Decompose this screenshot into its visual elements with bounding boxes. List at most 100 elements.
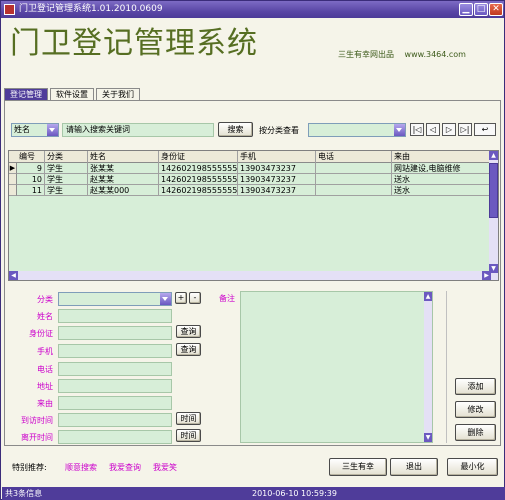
- minimize-app-button[interactable]: 最小化: [447, 458, 498, 476]
- last-record-button[interactable]: ▷|: [458, 123, 472, 136]
- add-category-button[interactable]: +: [175, 292, 187, 304]
- credit-text: 三生有幸网出品: [338, 50, 394, 59]
- add-button[interactable]: 添加: [455, 378, 496, 395]
- visit-time-button[interactable]: 时间: [176, 412, 201, 425]
- cell-mobile[interactable]: 13903473237: [238, 174, 316, 185]
- cell-phone[interactable]: [316, 174, 392, 185]
- label-reason: 来由: [37, 399, 53, 408]
- category-filter-select[interactable]: [308, 123, 406, 137]
- cell-phone[interactable]: [316, 185, 392, 196]
- link-search[interactable]: 顺意搜索: [65, 462, 97, 473]
- cell-category[interactable]: 学生: [45, 174, 88, 185]
- label-memo: 备注: [219, 294, 235, 303]
- label-category: 分类: [37, 295, 53, 304]
- column-header[interactable]: 来由: [392, 151, 491, 163]
- sansheng-button[interactable]: 三生有幸: [329, 458, 387, 476]
- cell-id[interactable]: 11: [17, 185, 45, 196]
- row-indicator: [9, 174, 17, 185]
- column-header[interactable]: 编号: [17, 151, 45, 163]
- link-jokes[interactable]: 我爱笑: [153, 462, 177, 473]
- table-row[interactable]: 10 学生 赵某某 142602198555555 13903473237 送水: [9, 174, 491, 185]
- cell-name[interactable]: 张某某: [88, 163, 159, 174]
- column-header[interactable]: 姓名: [88, 151, 159, 163]
- search-input[interactable]: 请输入搜索关键词: [62, 123, 214, 137]
- cell-reason[interactable]: 网站建设,电脑维修: [392, 163, 491, 174]
- cell-id[interactable]: 10: [17, 174, 45, 185]
- link-query[interactable]: 我爱查询: [109, 462, 141, 473]
- first-record-button[interactable]: |◁: [410, 123, 424, 136]
- remove-category-button[interactable]: -: [189, 292, 201, 304]
- cell-phone[interactable]: [316, 163, 392, 174]
- leave-time-field[interactable]: [58, 430, 172, 444]
- dropdown-arrow-icon[interactable]: [47, 124, 58, 136]
- cell-name[interactable]: 赵某某000: [88, 185, 159, 196]
- exit-button[interactable]: 退出: [390, 458, 438, 476]
- divider: [446, 291, 447, 443]
- edit-button[interactable]: 修改: [455, 401, 496, 418]
- minimize-button[interactable]: ▁: [459, 3, 473, 16]
- refresh-button[interactable]: ↩: [474, 123, 496, 136]
- column-header[interactable]: 分类: [45, 151, 88, 163]
- next-record-button[interactable]: ▷: [442, 123, 456, 136]
- label-address: 地址: [37, 382, 53, 391]
- records-grid[interactable]: 编号 分类 姓名 身份证 手机 电话 来由 ▶ 9 学生 张某某 1426021…: [8, 150, 499, 281]
- reason-field[interactable]: [58, 396, 172, 410]
- credit-url[interactable]: www.3464.com: [405, 50, 466, 59]
- scroll-right-icon[interactable]: ▶: [482, 271, 491, 280]
- cell-idcard[interactable]: 142602198555555: [159, 185, 238, 196]
- leave-time-button[interactable]: 时间: [176, 429, 201, 442]
- scroll-left-icon[interactable]: ◀: [9, 271, 18, 280]
- prev-record-button[interactable]: ◁: [426, 123, 440, 136]
- maximize-button[interactable]: □: [474, 3, 488, 16]
- label-visit-time: 到访时间: [21, 416, 53, 425]
- cell-idcard[interactable]: 142602198555555: [159, 174, 238, 185]
- cell-category[interactable]: 学生: [45, 163, 88, 174]
- banner-credit: 三生有幸网出品 www.3464.com: [338, 49, 466, 60]
- scroll-down-icon[interactable]: ▼: [424, 433, 432, 442]
- label-mobile: 手机: [37, 347, 53, 356]
- scroll-thumb[interactable]: [489, 163, 498, 218]
- dropdown-arrow-icon[interactable]: [394, 124, 405, 136]
- category-select[interactable]: [58, 292, 172, 306]
- memo-textarea[interactable]: ▲ ▼: [240, 291, 433, 443]
- search-field-select[interactable]: 姓名: [11, 123, 59, 137]
- idcard-lookup-button[interactable]: 查询: [176, 325, 201, 338]
- record-count: 共3条信息: [5, 489, 43, 498]
- cell-category[interactable]: 学生: [45, 185, 88, 196]
- phone-field[interactable]: [58, 362, 172, 376]
- grid-vertical-scrollbar[interactable]: ▲ ▼: [489, 151, 498, 280]
- column-header[interactable]: 电话: [316, 151, 392, 163]
- grid-header: 编号 分类 姓名 身份证 手机 电话 来由: [9, 151, 491, 163]
- column-header[interactable]: 手机: [238, 151, 316, 163]
- cell-mobile[interactable]: 13903473237: [238, 185, 316, 196]
- row-indicator: [9, 185, 17, 196]
- mobile-field[interactable]: [58, 344, 172, 358]
- cell-id[interactable]: 9: [17, 163, 45, 174]
- label-idcard: 身份证: [29, 329, 53, 338]
- memo-scrollbar[interactable]: ▲ ▼: [424, 292, 432, 442]
- delete-button[interactable]: 删除: [455, 424, 496, 441]
- address-field[interactable]: [58, 379, 172, 393]
- cell-reason[interactable]: 送水: [392, 174, 491, 185]
- idcard-field[interactable]: [58, 326, 172, 340]
- cell-name[interactable]: 赵某某: [88, 174, 159, 185]
- visit-time-field[interactable]: [58, 413, 172, 427]
- banner-title: 门卫登记管理系统: [10, 26, 258, 61]
- close-button[interactable]: ✕: [489, 3, 503, 16]
- search-button[interactable]: 搜索: [218, 122, 253, 137]
- mobile-lookup-button[interactable]: 查询: [176, 343, 201, 356]
- dropdown-arrow-icon[interactable]: [160, 293, 171, 305]
- table-row[interactable]: 11 学生 赵某某000 142602198555555 13903473237…: [9, 185, 491, 196]
- scroll-up-icon[interactable]: ▲: [489, 151, 498, 160]
- cell-mobile[interactable]: 13903473237: [238, 163, 316, 174]
- label-name: 姓名: [37, 312, 53, 321]
- table-row[interactable]: ▶ 9 学生 张某某 142602198555555 13903473237 网…: [9, 163, 491, 174]
- scroll-up-icon[interactable]: ▲: [424, 292, 432, 301]
- column-header[interactable]: 身份证: [159, 151, 238, 163]
- grid-horizontal-scrollbar[interactable]: ◀ ▶: [9, 271, 491, 280]
- status-bar: 共3条信息 2010-06-10 10:59:39: [2, 487, 505, 500]
- cell-reason[interactable]: 送水: [392, 185, 491, 196]
- title-bar[interactable]: 门卫登记管理系统1.01.2010.0609 ▁ □ ✕: [1, 1, 504, 18]
- name-field[interactable]: [58, 309, 172, 323]
- cell-idcard[interactable]: 142602198555555: [159, 163, 238, 174]
